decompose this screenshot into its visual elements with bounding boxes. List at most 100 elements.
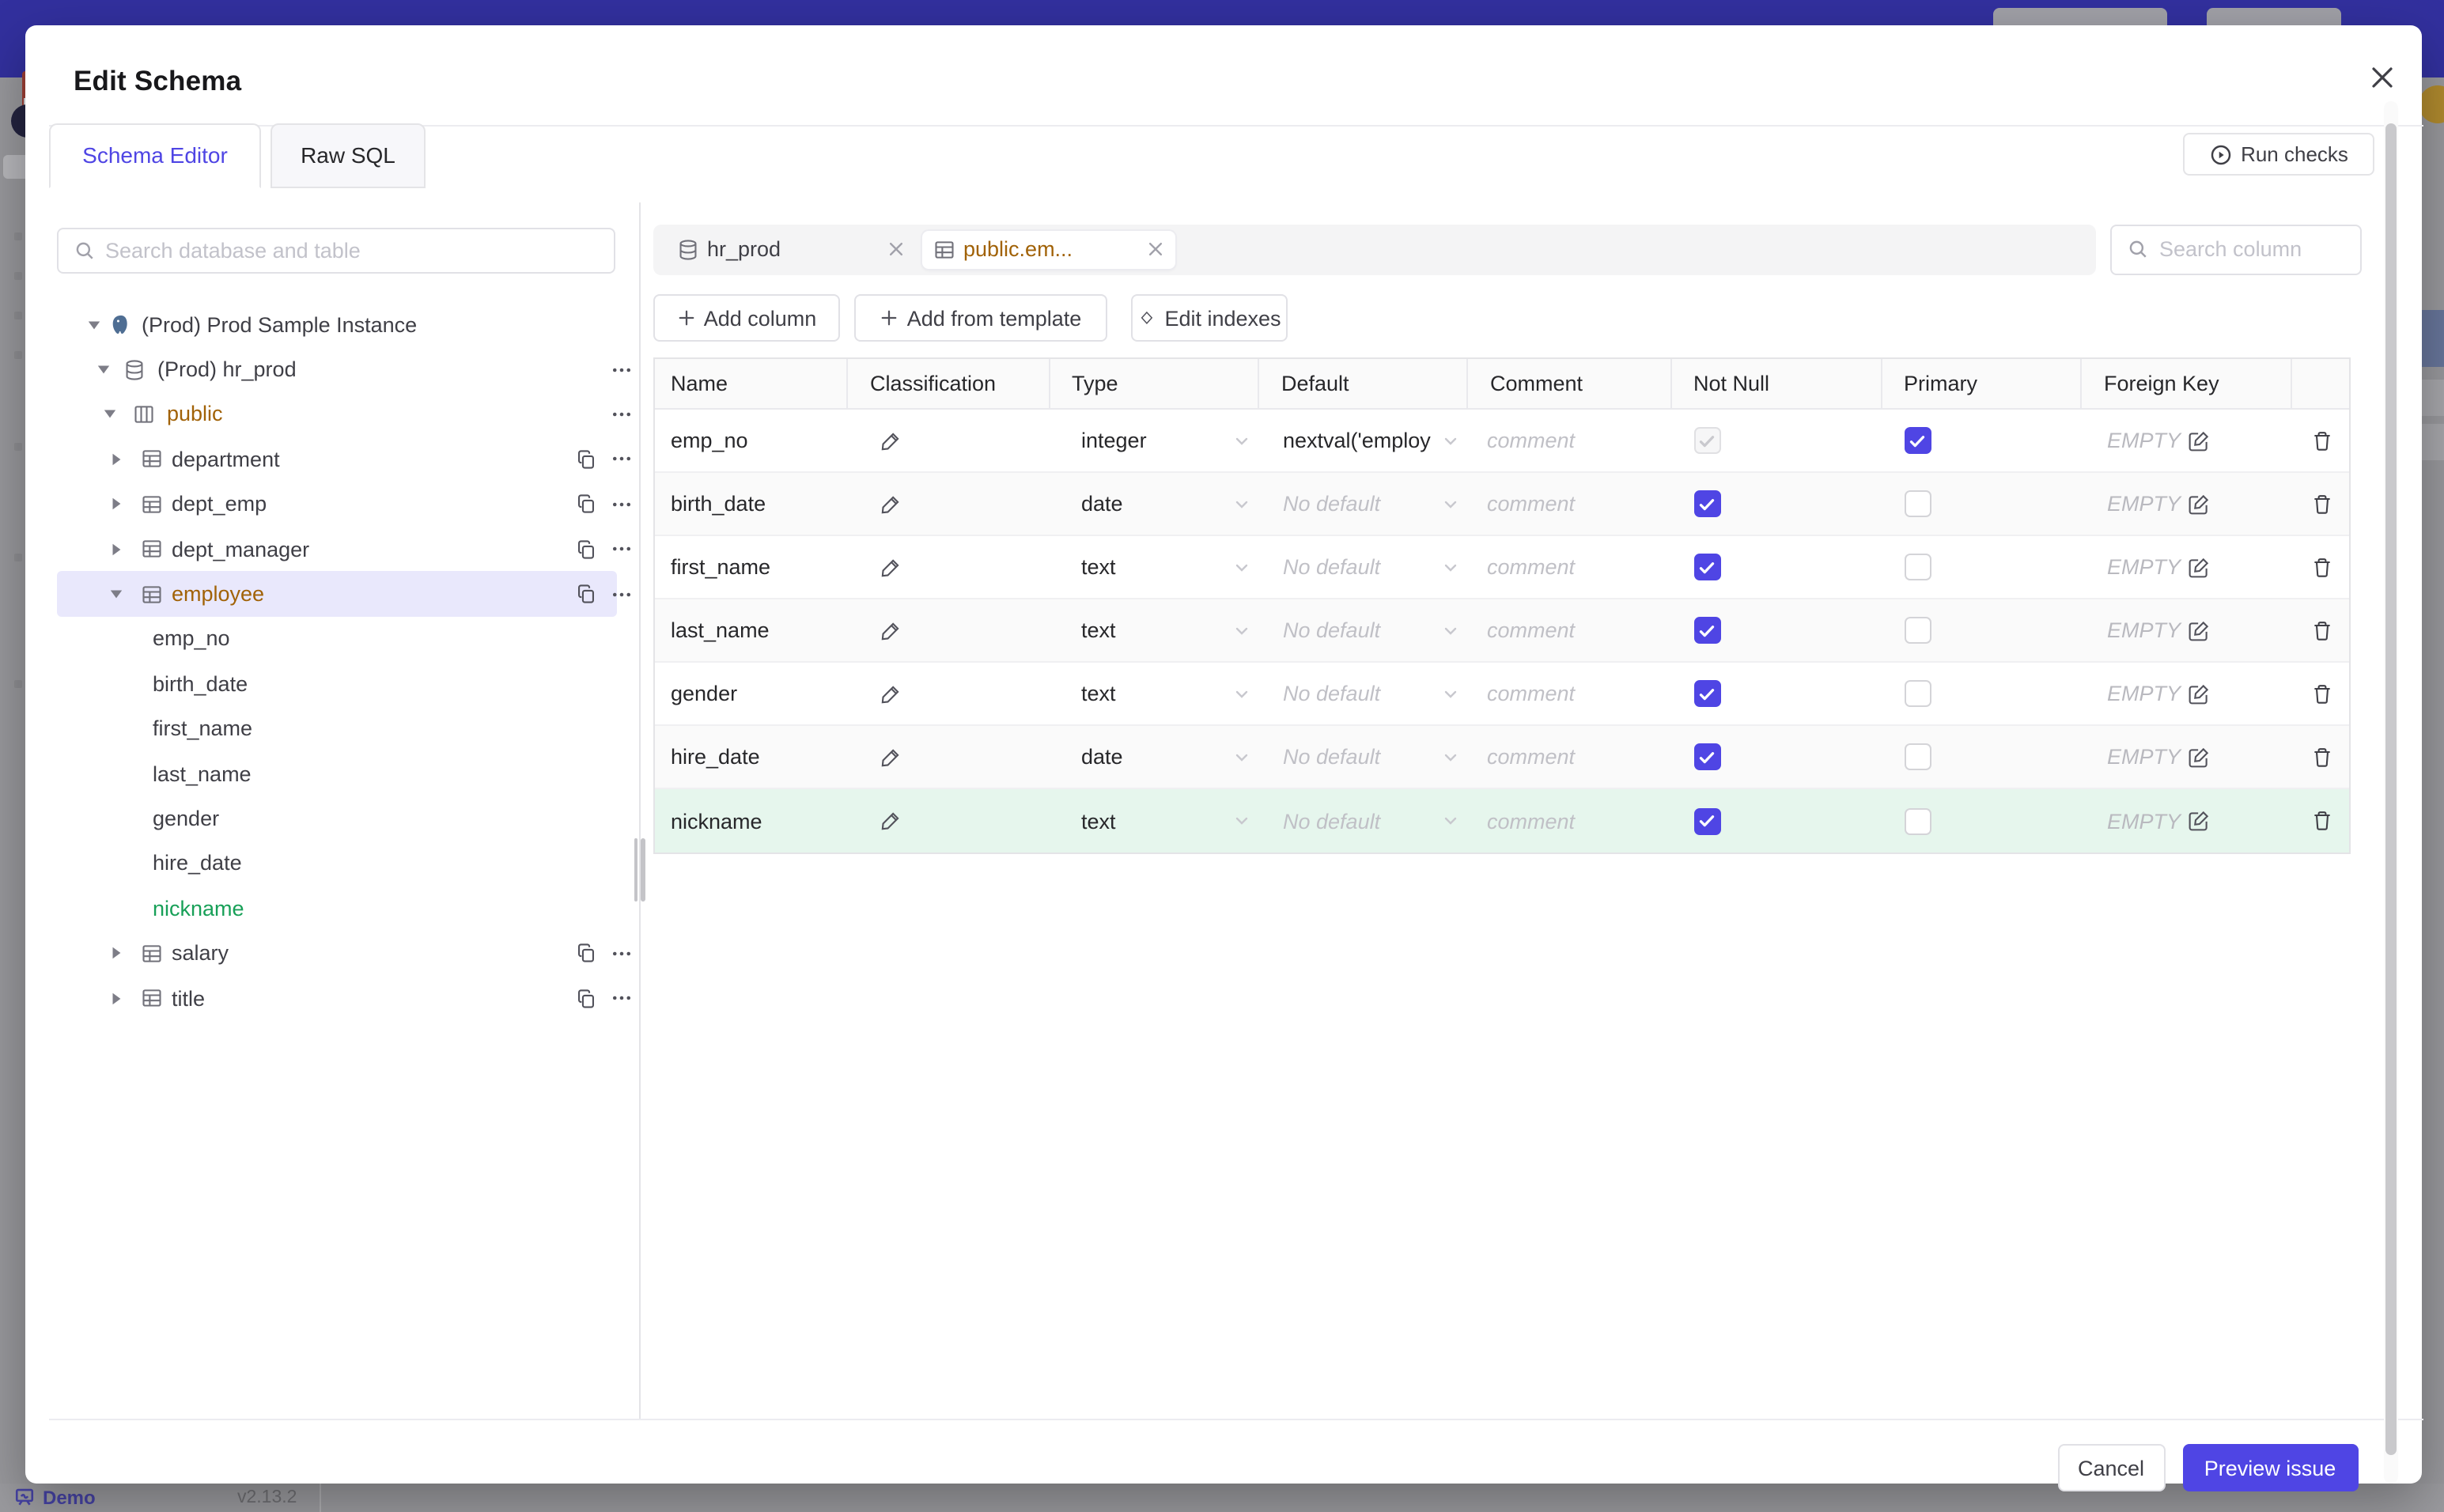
- more-options-icon[interactable]: [610, 493, 632, 516]
- tree-column-gender[interactable]: gender: [56, 796, 616, 841]
- cell-comment-input[interactable]: comment: [1468, 789, 1671, 852]
- not-null-checkbox[interactable]: [1693, 807, 1720, 834]
- close-icon[interactable]: [2359, 55, 2404, 99]
- more-options-icon[interactable]: [610, 987, 632, 1009]
- primary-checkbox[interactable]: [1904, 427, 1931, 454]
- primary-checkbox[interactable]: [1904, 617, 1931, 644]
- cell-default-select[interactable]: nextval('employ: [1259, 410, 1468, 471]
- tree-item-dept_emp[interactable]: dept_emp: [56, 482, 630, 527]
- modal-scrollbar-thumb[interactable]: [2385, 123, 2397, 1455]
- chevron-right-icon[interactable]: [108, 991, 123, 1005]
- tree-item--prod--prod-sample-instance[interactable]: (Prod) Prod Sample Instance: [56, 302, 616, 347]
- tree-item--prod--hr_prod[interactable]: (Prod) hr_prod: [56, 347, 630, 392]
- primary-checkbox[interactable]: [1904, 490, 1931, 517]
- trash-icon[interactable]: [2311, 619, 2333, 641]
- copy-icon[interactable]: [575, 539, 596, 559]
- add-from-template-button[interactable]: Add from template: [854, 294, 1107, 342]
- more-options-icon[interactable]: [610, 942, 632, 964]
- chevron-right-icon[interactable]: [108, 946, 123, 960]
- pencil-icon[interactable]: [880, 429, 902, 452]
- cell-name[interactable]: emp_no: [655, 410, 848, 471]
- tree-column-emp_no[interactable]: emp_no: [56, 616, 616, 661]
- tree-item-title[interactable]: title: [56, 976, 630, 1021]
- not-null-checkbox[interactable]: [1693, 680, 1720, 707]
- tree-item-employee[interactable]: employee: [56, 571, 630, 617]
- cell-default-select[interactable]: No default: [1259, 663, 1468, 724]
- cell-default-select[interactable]: No default: [1259, 536, 1468, 598]
- tree-column-birth_date[interactable]: birth_date: [56, 661, 616, 706]
- not-null-checkbox[interactable]: [1693, 490, 1720, 517]
- tab-raw-sql[interactable]: Raw SQL: [271, 123, 426, 188]
- primary-checkbox[interactable]: [1904, 554, 1931, 580]
- add-column-button[interactable]: Add column: [653, 294, 840, 342]
- database-search-input[interactable]: Search database and table: [56, 227, 615, 273]
- cancel-button[interactable]: Cancel: [2057, 1444, 2165, 1491]
- pencil-icon[interactable]: [880, 682, 902, 705]
- cell-type-select[interactable]: integer: [1050, 410, 1259, 471]
- chevron-down-icon[interactable]: [86, 317, 100, 331]
- tab-schema-editor[interactable]: Schema Editor: [49, 123, 261, 188]
- not-null-checkbox[interactable]: [1693, 554, 1720, 580]
- cell-name[interactable]: hire_date: [655, 726, 848, 788]
- copy-icon[interactable]: [575, 988, 596, 1008]
- chevron-down-icon[interactable]: [96, 362, 110, 376]
- tree-item-department[interactable]: department: [56, 437, 630, 482]
- cell-comment-input[interactable]: comment: [1468, 473, 1671, 535]
- copy-icon[interactable]: [575, 494, 596, 515]
- preview-issue-button[interactable]: Preview issue: [2182, 1444, 2358, 1491]
- cell-comment-input[interactable]: comment: [1468, 726, 1671, 788]
- chevron-right-icon[interactable]: [108, 452, 123, 467]
- chevron-right-icon[interactable]: [108, 542, 123, 556]
- cell-type-select[interactable]: text: [1050, 599, 1259, 661]
- cell-type-select[interactable]: date: [1050, 726, 1259, 788]
- trash-icon[interactable]: [2311, 429, 2333, 452]
- run-checks-button[interactable]: Run checks: [2183, 133, 2374, 176]
- tree-item-salary[interactable]: salary: [56, 931, 630, 976]
- cell-default-select[interactable]: No default: [1259, 599, 1468, 661]
- pencil-icon[interactable]: [880, 493, 902, 515]
- tab-chip-public-employee[interactable]: public.em...: [922, 230, 1175, 269]
- cell-default-select[interactable]: No default: [1259, 473, 1468, 535]
- cell-name[interactable]: first_name: [655, 536, 848, 598]
- cell-name[interactable]: last_name: [655, 599, 848, 661]
- more-options-icon[interactable]: [610, 403, 632, 425]
- copy-icon[interactable]: [575, 584, 596, 604]
- edit-foreign-key-icon[interactable]: [2187, 810, 2209, 832]
- copy-icon[interactable]: [575, 943, 596, 963]
- trash-icon[interactable]: [2311, 556, 2333, 578]
- edit-foreign-key-icon[interactable]: [2187, 619, 2209, 641]
- chevron-down-icon[interactable]: [108, 587, 123, 601]
- not-null-checkbox[interactable]: [1693, 617, 1720, 644]
- more-options-icon[interactable]: [610, 538, 632, 560]
- cell-default-select[interactable]: No default: [1259, 789, 1468, 852]
- tree-item-dept_manager[interactable]: dept_manager: [56, 527, 630, 572]
- tree-column-hire_date[interactable]: hire_date: [56, 841, 616, 886]
- close-icon[interactable]: [887, 241, 905, 259]
- trash-icon[interactable]: [2311, 682, 2333, 705]
- primary-checkbox[interactable]: [1904, 680, 1931, 707]
- edit-foreign-key-icon[interactable]: [2187, 493, 2209, 515]
- tree-column-nickname[interactable]: nickname: [56, 886, 616, 931]
- cell-type-select[interactable]: text: [1050, 789, 1259, 852]
- trash-icon[interactable]: [2311, 810, 2333, 832]
- pencil-icon[interactable]: [880, 619, 902, 641]
- more-options-icon[interactable]: [610, 358, 632, 380]
- cell-comment-input[interactable]: comment: [1468, 410, 1671, 471]
- close-icon[interactable]: [1147, 241, 1164, 259]
- tree-column-last_name[interactable]: last_name: [56, 751, 616, 796]
- column-search-input[interactable]: Search column: [2110, 224, 2362, 275]
- trash-icon[interactable]: [2311, 746, 2333, 768]
- more-options-icon[interactable]: [610, 448, 632, 471]
- not-null-checkbox[interactable]: [1693, 743, 1720, 770]
- pencil-icon[interactable]: [880, 746, 902, 768]
- chevron-down-icon[interactable]: [102, 407, 116, 421]
- cell-type-select[interactable]: date: [1050, 473, 1259, 535]
- primary-checkbox[interactable]: [1904, 743, 1931, 770]
- pencil-icon[interactable]: [880, 556, 902, 578]
- primary-checkbox[interactable]: [1904, 807, 1931, 834]
- panel-resize-handle[interactable]: [634, 837, 646, 901]
- edit-foreign-key-icon[interactable]: [2187, 746, 2209, 768]
- not-null-checkbox[interactable]: [1693, 427, 1720, 454]
- cell-name[interactable]: nickname: [655, 789, 848, 852]
- cell-comment-input[interactable]: comment: [1468, 663, 1671, 724]
